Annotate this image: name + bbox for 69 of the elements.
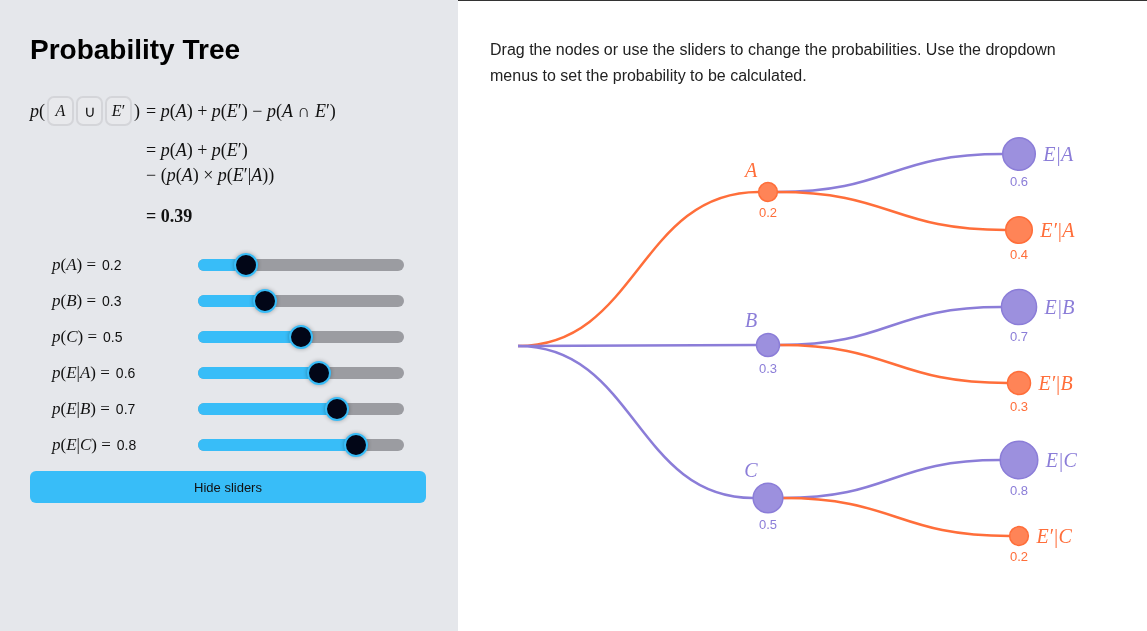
page-title: Probability Tree (30, 34, 242, 66)
slider-track[interactable] (198, 439, 404, 451)
tree-node[interactable] (999, 440, 1039, 480)
slider-thumb[interactable] (289, 325, 313, 349)
formula-line: = p(A) + p(E′) − p(A ∩ E′) (146, 100, 336, 122)
hide-sliders-button[interactable]: Hide sliders (30, 471, 426, 503)
symbol-dropdown[interactable]: E′ (105, 96, 132, 126)
node-label: B (744, 309, 758, 332)
slider-thumb[interactable] (234, 253, 259, 277)
slider-label: p(E|C) = (52, 435, 111, 455)
node-probability: 0.3 (758, 360, 778, 376)
node-label: E′|A (1040, 219, 1075, 241)
symbol-dropdown[interactable]: A (47, 96, 74, 126)
node-label: E|C (1045, 449, 1077, 471)
node-label: E|A (1043, 143, 1074, 165)
node-probability: 0.5 (758, 516, 778, 532)
slider[interactable] (198, 397, 404, 421)
formula-text: ) (134, 100, 140, 122)
node-probability: 0.2 (758, 205, 778, 221)
formula-line: = p(A) + p(E′) (146, 140, 248, 161)
slider-label: p(B) = (52, 291, 97, 311)
node-probability: 0.7 (1009, 328, 1029, 344)
tree-node[interactable] (1000, 288, 1038, 326)
instructions-text: Drag the nodes or use the sliders to change the probabilities. Use the dropdown menus to set the probability to be calculated. (490, 40, 1057, 86)
node-label: E|B (1044, 296, 1075, 318)
node-probability: 0.3 (1009, 398, 1029, 414)
slider-value: 0.3 (102, 293, 122, 309)
slider-value: 0.2 (102, 257, 122, 273)
node-probability: 0.2 (1009, 549, 1029, 565)
slider-track[interactable] (198, 259, 404, 271)
slider-label: p(C) = (52, 327, 97, 347)
node-probability: 0.8 (1009, 482, 1029, 498)
slider-label: p(E|B) = (52, 399, 110, 419)
formula-text: p( (30, 100, 45, 122)
tree-node[interactable] (1002, 137, 1036, 171)
symbol-dropdown[interactable]: ∪ (76, 96, 103, 126)
slider-track[interactable] (198, 367, 404, 379)
node-label: E′|C (1036, 525, 1072, 547)
node-label: A (744, 158, 758, 181)
slider-thumb[interactable] (307, 361, 332, 385)
tree-node[interactable] (755, 332, 781, 358)
slider-value: 0.5 (103, 329, 123, 345)
slider[interactable] (198, 361, 404, 385)
slider-label: p(E|A) = (52, 363, 110, 383)
tree-node[interactable] (1006, 370, 1032, 396)
slider[interactable] (198, 253, 404, 277)
slider-thumb[interactable] (325, 397, 350, 421)
slider-value: 0.8 (116, 437, 137, 453)
formula-result: = 0.39 (146, 206, 193, 227)
tree-node[interactable] (1004, 215, 1034, 245)
slider-value: 0.7 (115, 401, 136, 417)
tree-node[interactable] (1008, 525, 1030, 547)
slider-track[interactable] (198, 331, 404, 343)
slider-track[interactable] (198, 403, 404, 415)
tree-node[interactable] (757, 181, 779, 203)
slider-thumb[interactable] (252, 289, 277, 313)
tree-node[interactable] (752, 482, 784, 514)
node-probability: 0.4 (1009, 247, 1029, 263)
slider[interactable] (198, 325, 404, 349)
slider-label: p(A) = (52, 255, 97, 275)
slider-value: 0.6 (115, 365, 136, 381)
node-label: E′|B (1038, 372, 1073, 394)
node-probability: 0.6 (1009, 174, 1029, 190)
slider-track[interactable] (198, 295, 404, 307)
slider-thumb[interactable] (343, 433, 368, 457)
node-label: C (744, 459, 758, 482)
slider[interactable] (198, 433, 404, 457)
formula-line: − (p(A) × p(E′|A)) (146, 165, 275, 186)
slider[interactable] (198, 289, 404, 313)
